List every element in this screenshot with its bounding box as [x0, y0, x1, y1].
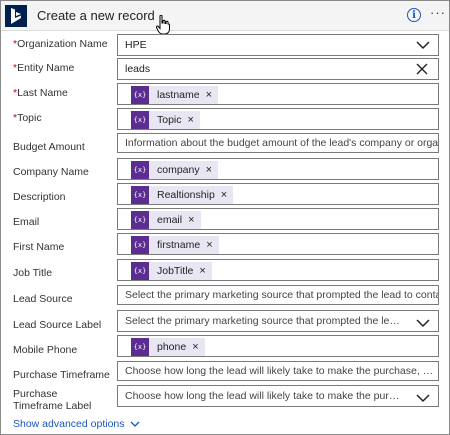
- field-row-purchase-timeframe-label: Purchase Timeframe Label Choose how long…: [1, 385, 449, 412]
- variable-icon: {x}: [131, 86, 149, 104]
- variable-icon: {x}: [131, 161, 149, 179]
- last-name-field[interactable]: {x} lastname ×: [117, 83, 439, 105]
- remove-token-icon[interactable]: ×: [206, 239, 212, 251]
- first-name-field[interactable]: {x} firstname ×: [117, 233, 439, 255]
- purchase-timeframe-field[interactable]: Choose how long the lead will likely tak…: [117, 361, 439, 381]
- variable-icon: {x}: [131, 211, 149, 229]
- chevron-down-icon[interactable]: [416, 319, 430, 328]
- dynamic-content-token[interactable]: {x} email ×: [131, 211, 201, 229]
- field-row-first-name: First Name {x} firstname ×: [1, 233, 449, 255]
- topic-field[interactable]: {x} Topic ×: [117, 108, 439, 130]
- field-label: Mobile Phone: [13, 344, 78, 356]
- clear-icon[interactable]: [416, 63, 428, 75]
- dynamics-logo-icon: [5, 5, 27, 27]
- remove-token-icon[interactable]: ×: [199, 265, 205, 277]
- field-label: Email: [13, 216, 40, 228]
- info-icon[interactable]: i: [407, 8, 421, 22]
- more-icon[interactable]: ···: [430, 5, 446, 20]
- lead-source-label-dropdown[interactable]: Select the primary marketing source that…: [117, 310, 439, 332]
- purchase-timeframe-label-dropdown[interactable]: Choose how long the lead will likely tak…: [117, 385, 439, 407]
- job-title-field[interactable]: {x} JobTitle ×: [117, 259, 439, 281]
- dynamic-content-token[interactable]: {x} company ×: [131, 161, 219, 179]
- dynamic-content-token[interactable]: {x} Realtionship ×: [131, 186, 234, 204]
- chevron-down-icon[interactable]: [416, 41, 430, 50]
- field-row-email: Email {x} email ×: [1, 208, 449, 230]
- field-placeholder: Information about the budget amount of t…: [125, 137, 439, 149]
- description-field[interactable]: {x} Realtionship ×: [117, 183, 439, 205]
- mobile-phone-field[interactable]: {x} phone ×: [117, 335, 439, 357]
- token-label: Realtionship: [157, 189, 215, 201]
- company-name-field[interactable]: {x} company ×: [117, 158, 439, 180]
- card-header[interactable]: Create a new record i ···: [1, 1, 449, 35]
- variable-icon: {x}: [131, 111, 149, 129]
- field-row-mobile-phone: Mobile Phone {x} phone ×: [1, 335, 449, 357]
- action-card: Create a new record i ··· *Organization …: [0, 0, 450, 435]
- token-label: JobTitle: [157, 265, 194, 277]
- field-label: Job Title: [13, 267, 53, 279]
- dynamic-content-token[interactable]: {x} Topic ×: [131, 111, 200, 129]
- remove-token-icon[interactable]: ×: [192, 341, 198, 353]
- field-label: *Entity Name: [13, 62, 75, 74]
- field-label: First Name: [13, 241, 65, 253]
- hand-cursor-icon: [156, 15, 170, 35]
- field-label: Lead Source: [13, 293, 73, 305]
- field-placeholder: Choose how long the lead will likely tak…: [125, 390, 404, 402]
- dynamic-content-token[interactable]: {x} JobTitle ×: [131, 262, 212, 280]
- lead-source-field[interactable]: Select the primary marketing source that…: [117, 285, 439, 305]
- field-label: Purchase Timeframe: [13, 369, 110, 381]
- dropdown-value: HPE: [125, 39, 147, 51]
- variable-icon: {x}: [131, 186, 149, 204]
- remove-token-icon[interactable]: ×: [221, 189, 227, 201]
- field-label: Purchase Timeframe Label: [13, 388, 92, 412]
- budget-amount-field[interactable]: Information about the budget amount of t…: [117, 133, 439, 153]
- show-advanced-options-link[interactable]: Show advanced options: [13, 418, 140, 430]
- field-value: leads: [125, 63, 151, 75]
- dynamic-content-token[interactable]: {x} phone ×: [131, 338, 205, 356]
- field-label: Company Name: [13, 166, 89, 178]
- remove-token-icon[interactable]: ×: [206, 89, 212, 101]
- field-row-budget-amount: Budget Amount Information about the budg…: [1, 133, 449, 155]
- entity-name-field[interactable]: leads: [117, 58, 439, 80]
- dynamic-content-token[interactable]: {x} firstname ×: [131, 236, 219, 254]
- email-field[interactable]: {x} email ×: [117, 208, 439, 230]
- token-label: Topic: [157, 114, 182, 126]
- field-row-lead-source: Lead Source Select the primary marketing…: [1, 285, 449, 307]
- field-label: Description: [13, 191, 66, 203]
- field-row-job-title: Job Title {x} JobTitle ×: [1, 259, 449, 281]
- organization-name-dropdown[interactable]: HPE: [117, 34, 439, 56]
- field-placeholder: Select the primary marketing source that…: [125, 289, 439, 301]
- field-row-last-name: *Last Name {x} lastname ×: [1, 83, 449, 105]
- field-label: *Topic: [13, 112, 42, 124]
- remove-token-icon[interactable]: ×: [188, 214, 194, 226]
- field-row-organization-name: *Organization Name HPE: [1, 34, 449, 56]
- field-label: *Organization Name: [13, 38, 108, 50]
- token-label: phone: [157, 341, 187, 353]
- variable-icon: {x}: [131, 236, 149, 254]
- token-label: lastname: [157, 89, 200, 101]
- remove-token-icon[interactable]: ×: [206, 164, 212, 176]
- token-label: email: [157, 214, 183, 226]
- variable-icon: {x}: [131, 262, 149, 280]
- field-row-topic: *Topic {x} Topic ×: [1, 108, 449, 130]
- field-placeholder: Choose how long the lead will likely tak…: [125, 365, 434, 377]
- card-title: Create a new record: [37, 8, 155, 23]
- advanced-options-label: Show advanced options: [13, 418, 125, 430]
- field-row-lead-source-label: Lead Source Label Select the primary mar…: [1, 310, 449, 332]
- field-label: Budget Amount: [13, 141, 85, 153]
- field-row-company-name: Company Name {x} company ×: [1, 158, 449, 180]
- remove-token-icon[interactable]: ×: [188, 114, 194, 126]
- field-row-purchase-timeframe: Purchase Timeframe Choose how long the l…: [1, 361, 449, 383]
- chevron-down-icon[interactable]: [416, 394, 430, 403]
- field-label: Lead Source Label: [13, 319, 102, 331]
- chevron-down-icon: [130, 421, 140, 427]
- token-label: company: [157, 164, 200, 176]
- variable-icon: {x}: [131, 338, 149, 356]
- field-row-description: Description {x} Realtionship ×: [1, 183, 449, 205]
- field-row-entity-name: *Entity Name leads: [1, 58, 449, 80]
- dynamic-content-token[interactable]: {x} lastname ×: [131, 86, 219, 104]
- field-placeholder: Select the primary marketing source that…: [125, 315, 404, 327]
- token-label: firstname: [157, 239, 201, 251]
- field-label: *Last Name: [13, 87, 68, 99]
